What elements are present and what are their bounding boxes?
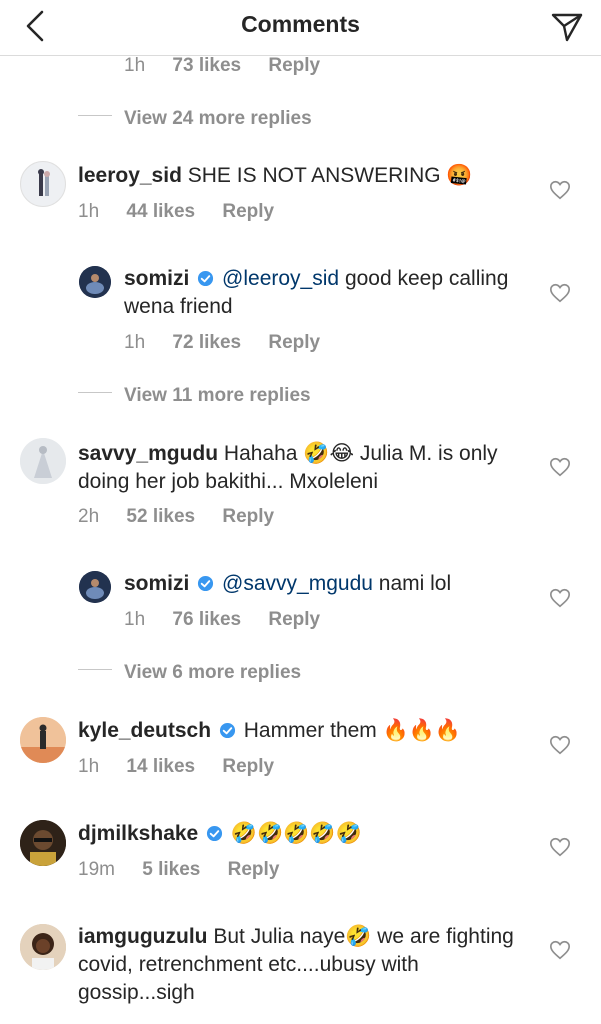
- timestamp: 1h: [78, 756, 100, 777]
- username[interactable]: savvy_mgudu: [78, 442, 218, 465]
- comment-text: savvy_mgudu Hahaha 🤣😂 Julia M. is only d…: [78, 440, 518, 496]
- reply-button[interactable]: Reply: [222, 201, 274, 222]
- avatar[interactable]: [20, 161, 66, 207]
- comment-text: kyle_deutsch Hammer them 🔥🔥🔥: [78, 717, 518, 745]
- mention-link[interactable]: @savvy_mgudu: [222, 572, 373, 595]
- username[interactable]: iamguguzulu: [78, 925, 208, 948]
- view-more-replies[interactable]: View 6 more replies: [78, 662, 301, 692]
- comment-text: somizi @savvy_mgudu nami lol: [124, 570, 524, 598]
- avatar[interactable]: [20, 717, 66, 763]
- like-heart-icon[interactable]: [549, 939, 571, 961]
- avatar[interactable]: [20, 924, 66, 970]
- view-more-label: View 24 more replies: [124, 108, 312, 129]
- comment-body: Hammer them: [243, 719, 377, 742]
- reply-button[interactable]: Reply: [222, 756, 274, 777]
- verified-badge-icon: [207, 825, 223, 842]
- emoji: 🤣😂: [303, 442, 354, 465]
- comment-text: somizi @leeroy_sid good keep calling wen…: [124, 265, 524, 321]
- divider-line: [78, 669, 112, 671]
- emoji: 🤣🤣🤣🤣🤣: [230, 822, 362, 845]
- timestamp: 19m: [78, 859, 115, 880]
- comment-body: Hahaha: [223, 442, 298, 465]
- timestamp: 1h: [124, 332, 146, 353]
- avatar[interactable]: [20, 438, 66, 484]
- comment-meta: 1h 76 likes Reply: [124, 609, 320, 631]
- reply-button[interactable]: Reply: [228, 859, 280, 880]
- likes-count[interactable]: 52 likes: [126, 506, 195, 527]
- likes-count[interactable]: 72 likes: [172, 332, 241, 353]
- view-more-label: View 11 more replies: [124, 385, 311, 406]
- reply-button[interactable]: Reply: [268, 609, 320, 630]
- username[interactable]: leeroy_sid: [78, 164, 182, 187]
- username[interactable]: somizi: [124, 267, 189, 290]
- likes-count[interactable]: 14 likes: [126, 756, 195, 777]
- likes-count[interactable]: 76 likes: [172, 609, 241, 630]
- view-more-replies[interactable]: View 24 more replies: [78, 108, 312, 138]
- direct-send-icon[interactable]: [547, 6, 587, 46]
- emoji: 🔥🔥🔥: [382, 719, 462, 742]
- comment-meta: 1h 72 likes Reply: [124, 332, 320, 354]
- comment-body: SHE IS NOT ANSWERING: [187, 164, 441, 187]
- emoji: 🤣: [345, 925, 372, 948]
- like-heart-icon[interactable]: [549, 734, 571, 756]
- like-heart-icon[interactable]: [549, 456, 571, 478]
- reply-button[interactable]: Reply: [268, 332, 320, 353]
- likes-count[interactable]: 44 likes: [126, 201, 195, 222]
- avatar[interactable]: [79, 266, 111, 298]
- avatar[interactable]: [79, 571, 111, 603]
- likes-count[interactable]: 73 likes: [172, 55, 241, 76]
- divider-line: [78, 392, 112, 394]
- reply-meta: 1h 73 likes Reply: [124, 55, 320, 77]
- like-heart-icon[interactable]: [549, 587, 571, 609]
- avatar[interactable]: [20, 820, 66, 866]
- like-heart-icon[interactable]: [549, 179, 571, 201]
- verified-badge-icon: [198, 270, 214, 287]
- like-heart-icon[interactable]: [549, 836, 571, 858]
- likes-count[interactable]: 5 likes: [142, 859, 200, 880]
- timestamp: 1h: [124, 55, 146, 76]
- comment-meta: 19m 5 likes Reply: [78, 859, 279, 881]
- reply-button[interactable]: Reply: [268, 55, 320, 76]
- comment-text: djmilkshake 🤣🤣🤣🤣🤣: [78, 820, 518, 848]
- comment-text: leeroy_sid SHE IS NOT ANSWERING 🤬: [78, 162, 518, 190]
- comment-meta: 1h 44 likes Reply: [78, 201, 274, 223]
- view-more-label: View 6 more replies: [124, 662, 302, 683]
- comment-body: But Julia naye: [213, 925, 346, 948]
- timestamp: 2h: [78, 506, 100, 527]
- divider-line: [78, 115, 112, 117]
- reply-button[interactable]: Reply: [222, 506, 274, 527]
- emoji: 🤬: [446, 164, 473, 187]
- username[interactable]: kyle_deutsch: [78, 719, 211, 742]
- username[interactable]: somizi: [124, 572, 189, 595]
- comment-meta: 2h 52 likes Reply: [78, 506, 274, 528]
- verified-badge-icon: [198, 575, 214, 592]
- comment-body: nami lol: [378, 572, 452, 595]
- like-heart-icon[interactable]: [549, 282, 571, 304]
- page-title: Comments: [241, 11, 360, 37]
- mention-link[interactable]: @leeroy_sid: [222, 267, 339, 290]
- timestamp: 1h: [124, 609, 146, 630]
- header-bar: Comments: [0, 0, 601, 56]
- comment-meta: 1h 14 likes Reply: [78, 756, 274, 778]
- verified-badge-icon: [219, 722, 235, 739]
- view-more-replies[interactable]: View 11 more replies: [78, 385, 311, 415]
- timestamp: 1h: [78, 201, 100, 222]
- username[interactable]: djmilkshake: [78, 822, 198, 845]
- comment-text: iamguguzulu But Julia naye🤣 we are fight…: [78, 923, 518, 1007]
